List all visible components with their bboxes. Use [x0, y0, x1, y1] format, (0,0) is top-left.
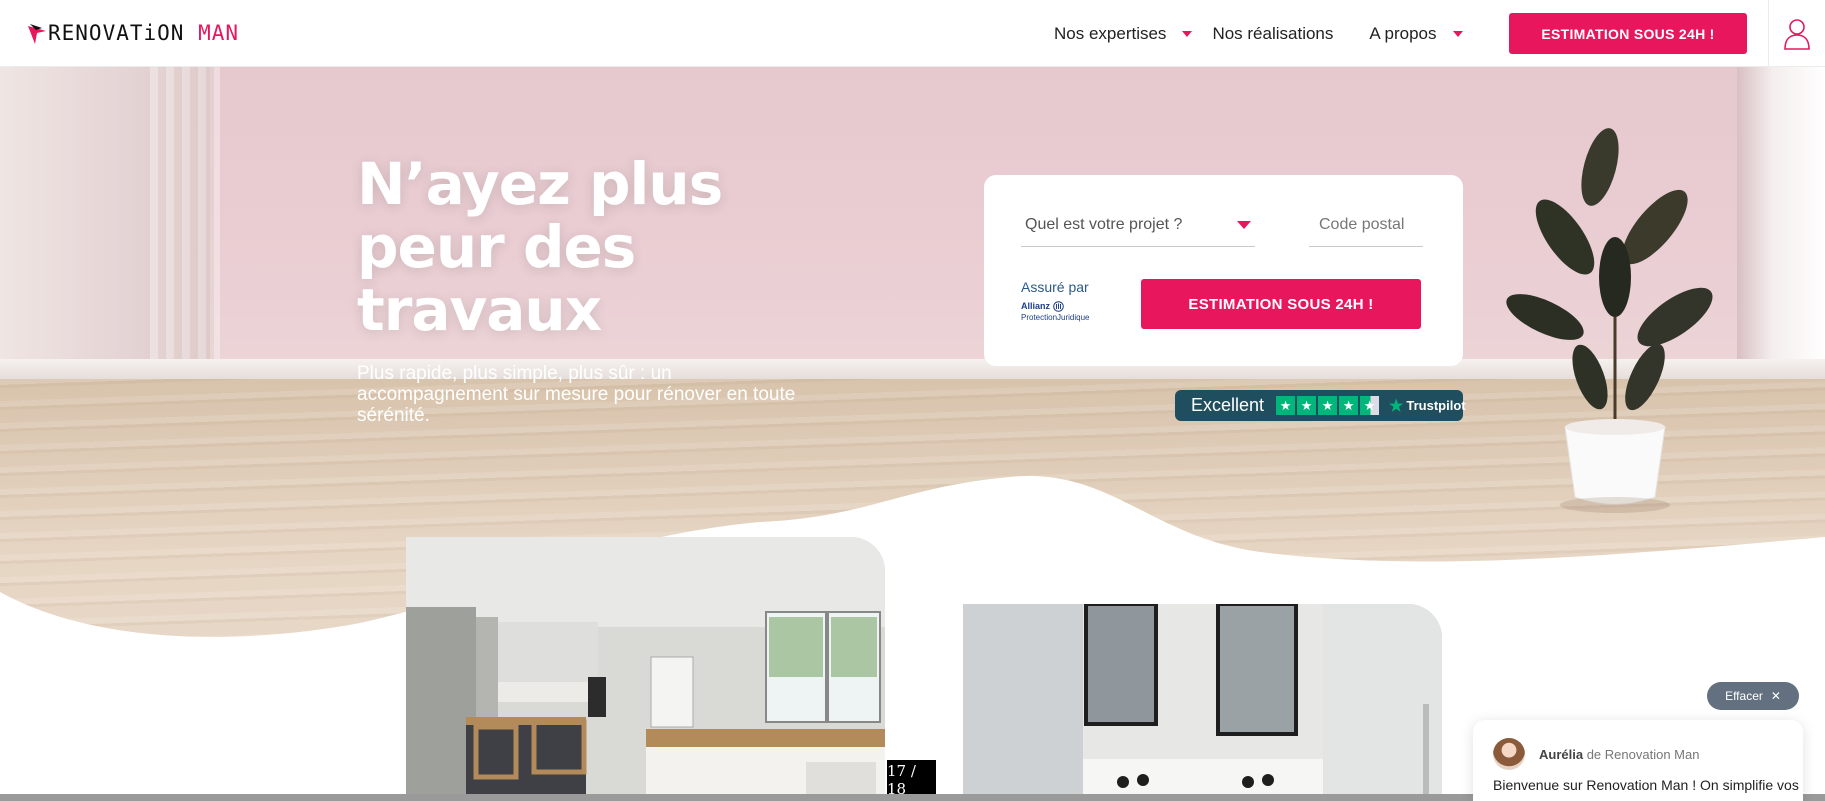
chat-agent-org: de Renovation Man	[1586, 746, 1700, 762]
chat-header: Aurélia de Renovation Man	[1493, 738, 1699, 770]
trustpilot-brand: ★ Trustpilot	[1389, 397, 1466, 415]
allianz-eagle-icon	[1053, 301, 1064, 312]
star-icon: ★	[1339, 396, 1359, 415]
trustpilot-rating-label: Excellent	[1191, 395, 1265, 415]
plant-decoration	[1506, 128, 1713, 513]
nav-item-label: Nos réalisations	[1212, 23, 1334, 43]
trustpilot-widget[interactable]: Excellent ★ ★ ★ ★ ★ ★ Trustpilot	[1175, 390, 1466, 421]
kitchen-photo	[406, 537, 885, 801]
chat-clear-button[interactable]: Effacer ✕	[1707, 682, 1799, 710]
user-icon	[1784, 18, 1810, 50]
close-icon: ✕	[1770, 689, 1781, 703]
trustpilot-star-icon: ★	[1389, 397, 1404, 415]
star-icon: ★	[1297, 396, 1317, 415]
insured-by-label: Assuré par	[1021, 279, 1089, 295]
chat-message: Bienvenue sur Renovation Man ! On simpli…	[1493, 777, 1799, 793]
project-select[interactable]: Quel est votre projet ?	[1021, 203, 1255, 247]
nav-item-a-propos[interactable]: A propos	[1369, 23, 1463, 44]
account-button[interactable]	[1768, 0, 1825, 67]
star-icon: ★	[1276, 396, 1296, 415]
allianz-logo: Allianz ProtectionJuridique	[1021, 301, 1090, 322]
chat-clear-label: Effacer	[1725, 689, 1763, 703]
gallery-card-kitchen[interactable]	[406, 537, 885, 801]
chevron-down-icon	[1237, 220, 1251, 229]
chat-widget[interactable]: Aurélia de Renovation Man Bienvenue sur …	[1473, 720, 1803, 801]
main-nav: Nos expertises Nos réalisations A propos	[1054, 0, 1463, 67]
logo-arrow-icon	[28, 24, 46, 44]
estimation-form: Quel est votre projet ? Code postal Assu…	[984, 175, 1463, 366]
bathroom-photo	[963, 604, 1442, 801]
nav-item-realisations[interactable]: Nos réalisations	[1212, 24, 1333, 44]
nav-item-label: Nos expertises	[1054, 23, 1167, 43]
logo[interactable]: RENOVATiON MAN	[28, 18, 239, 48]
nav-item-label: A propos	[1369, 23, 1437, 43]
estimation-button-header[interactable]: ESTIMATION SOUS 24H !	[1509, 13, 1747, 54]
project-select-placeholder: Quel est votre projet ?	[1025, 215, 1183, 233]
estimation-button-form[interactable]: ESTIMATION SOUS 24H !	[1141, 279, 1421, 329]
postal-code-input[interactable]: Code postal	[1309, 203, 1423, 247]
site-header: RENOVATiON MAN Nos expertises Nos réalis…	[0, 0, 1825, 67]
chat-agent-name: Aurélia	[1539, 746, 1584, 762]
logo-text: RENOVATiON MAN	[48, 21, 240, 45]
trustpilot-stars: ★ ★ ★ ★ ★	[1276, 396, 1380, 415]
postal-code-placeholder: Code postal	[1319, 215, 1405, 233]
hero-subtitle: Plus rapide, plus simple, plus sûr : un …	[357, 363, 796, 426]
nav-item-expertises[interactable]: Nos expertises	[1054, 23, 1193, 44]
chevron-down-icon	[1452, 30, 1463, 37]
avatar	[1493, 738, 1525, 770]
hero-section: N’ayez plus peur des travaux Plus rapide…	[0, 67, 1825, 801]
gallery-card-bathroom[interactable]	[963, 604, 1442, 801]
chevron-down-icon	[1182, 30, 1193, 37]
star-half-icon: ★	[1360, 396, 1380, 415]
star-icon: ★	[1318, 396, 1338, 415]
hero-title: N’ayez plus peur des travaux	[357, 150, 723, 344]
